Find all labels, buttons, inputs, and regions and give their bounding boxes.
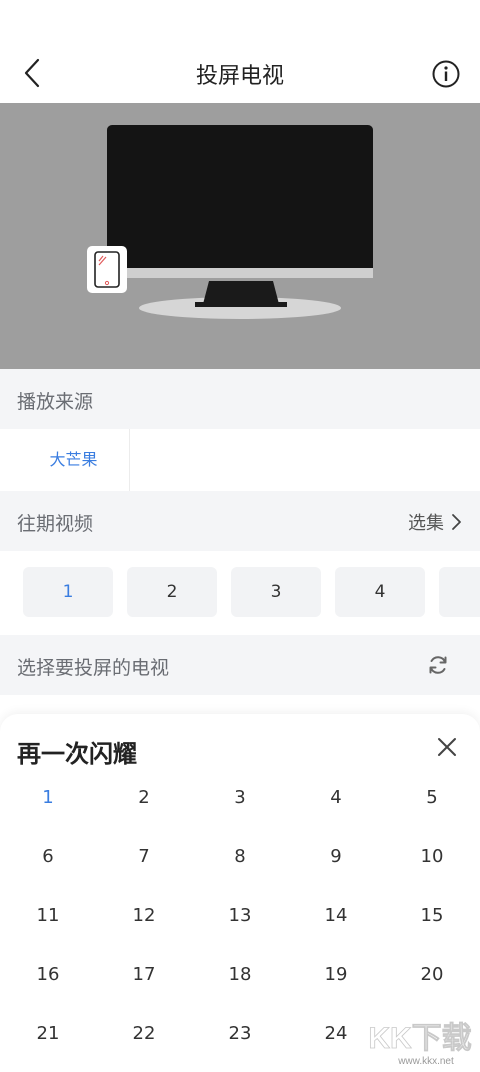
tv-icon (87, 125, 373, 319)
select-episode-label: 选集 (408, 513, 444, 534)
episode-grid-item[interactable]: 1 (0, 778, 96, 818)
episode-grid-item[interactable]: 19 (288, 955, 384, 995)
source-section-header: 播放来源 (0, 369, 480, 429)
source-item[interactable]: 大芒果 (18, 429, 130, 491)
watermark-logo: KK下载 www.kkx.net (368, 1022, 472, 1067)
tv-illustration (0, 103, 480, 369)
episode-grid-item[interactable]: 7 (96, 837, 192, 877)
phone-icon (87, 246, 127, 293)
episode-grid-item[interactable]: 18 (192, 955, 288, 995)
cast-page: 投屏电视 播放来源 大芒果 往期视频 选集 1 2 3 4 选择要投屏的电视 再… (0, 0, 480, 1072)
page-title: 投屏电视 (195, 64, 284, 89)
episode-grid-item[interactable]: 6 (0, 837, 96, 877)
episode-chip-partial[interactable] (439, 567, 480, 617)
episode-chip[interactable]: 2 (127, 567, 217, 617)
episode-grid-item[interactable]: 12 (96, 896, 192, 936)
watermark-text: KK下载 (368, 1022, 471, 1055)
close-icon[interactable] (436, 736, 458, 758)
episode-grid-item[interactable]: 10 (384, 837, 480, 877)
episode-grid-item[interactable]: 23 (192, 1014, 288, 1054)
episode-chip[interactable]: 1 (23, 567, 113, 617)
select-episode-button[interactable]: 选集 (408, 509, 462, 535)
source-label: 播放来源 (17, 391, 94, 413)
episode-grid-item[interactable]: 9 (288, 837, 384, 877)
chevron-right-icon (452, 514, 461, 530)
episode-grid-item[interactable]: 14 (288, 896, 384, 936)
episode-grid-item[interactable]: 3 (192, 778, 288, 818)
episode-grid-item[interactable]: 11 (0, 896, 96, 936)
episode-grid-item[interactable]: 15 (384, 896, 480, 936)
episodes-label: 往期视频 (17, 513, 94, 535)
episode-grid-item[interactable]: 22 (96, 1014, 192, 1054)
sheet-title: 再一次闪耀 (17, 740, 137, 768)
episode-grid-item[interactable]: 8 (192, 837, 288, 877)
episode-grid-item[interactable]: 17 (96, 955, 192, 995)
episode-grid-item[interactable]: 21 (0, 1014, 96, 1054)
watermark-url: www.kkx.net (397, 1056, 454, 1067)
episode-grid-item[interactable]: 5 (384, 778, 480, 818)
episode-grid-item[interactable]: 2 (96, 778, 192, 818)
episode-grid-item[interactable]: 4 (288, 778, 384, 818)
device-section-header: 选择要投屏的电视 (0, 635, 480, 695)
info-icon[interactable] (431, 59, 461, 89)
episode-chip[interactable]: 3 (231, 567, 321, 617)
refresh-icon[interactable] (426, 653, 450, 677)
source-list: 大芒果 (0, 429, 480, 491)
episode-grid-item[interactable]: 16 (0, 955, 96, 995)
episodes-section-header: 往期视频 选集 (0, 491, 480, 551)
episode-chip[interactable]: 4 (335, 567, 425, 617)
episode-chip-row: 1 2 3 4 (0, 551, 480, 635)
episode-grid-item[interactable]: 20 (384, 955, 480, 995)
episode-grid-item[interactable]: 13 (192, 896, 288, 936)
device-label: 选择要投屏的电视 (17, 657, 170, 679)
header: 投屏电视 (0, 0, 480, 103)
